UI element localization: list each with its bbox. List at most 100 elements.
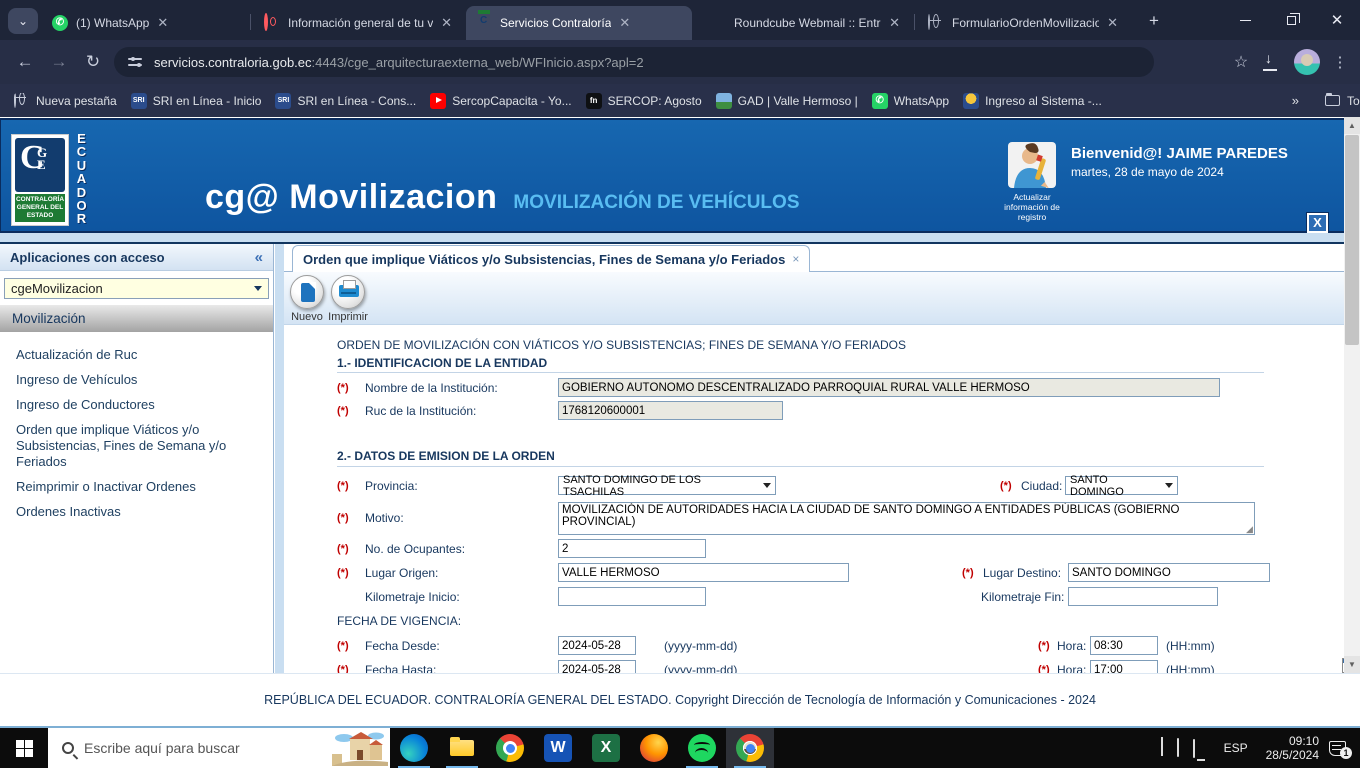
tab-close-icon[interactable]: ✕ [619,15,630,31]
browser-tab-whatsapp[interactable]: ✆ (1) WhatsApp ✕ [42,6,246,40]
lugar-origen-input[interactable] [558,563,849,582]
avatar-caption[interactable]: Actualizar información de registro [997,192,1067,222]
browser-profile-avatar[interactable] [1294,49,1320,75]
lugar-destino-label: Lugar Destino: [983,566,1062,580]
bookmark-sercopcapacita[interactable]: SercopCapacita - Yo... [430,92,572,109]
taskbar-app-word[interactable]: W [534,728,582,768]
resize-grip-icon[interactable]: ◢ [1246,524,1253,535]
chevron-down-icon [763,483,771,488]
tab-title: Información general de tu vi [288,16,434,30]
tray-phone-link[interactable] [1176,738,1179,757]
nombre-input[interactable] [558,378,1220,397]
window-restore-button[interactable] [1268,0,1314,40]
scrollbar-thumb[interactable] [1345,135,1359,345]
sidebar-item-ingreso-vehiculos[interactable]: Ingreso de Vehículos [16,372,261,388]
taskbar-app-chrome[interactable] [486,728,534,768]
browser-menu-icon[interactable]: ⋮ [1328,53,1352,71]
bookmark-nueva-pestana[interactable]: Nueva pestaña [14,92,117,109]
taskbar-app-spotify[interactable] [678,728,726,768]
taskbar-app-chrome-profile[interactable] [726,728,774,768]
word-icon: W [544,734,572,762]
tab-title: (1) WhatsApp [76,16,150,30]
browser-tab-roundcube[interactable]: Roundcube Webmail :: Entra ✕ [700,6,910,40]
taskbar-search[interactable]: Escribe aquí para buscar [48,728,390,768]
section1-heading: 1.- IDENTIFICACION DE LA ENTIDAD [337,356,548,370]
km-inicio-input[interactable] [558,587,706,606]
browser-tab-airbnb[interactable]: Información general de tu vi ✕ [254,6,462,40]
bookmark-sri-consultas[interactable]: SRI SRI en Línea - Cons... [275,92,416,109]
sidebar-collapse-icon[interactable]: « [255,249,263,266]
bookmark-star-icon[interactable]: ☆ [1226,52,1256,72]
print-button[interactable]: Imprimir [327,275,369,323]
required-mark: (*) [337,405,349,417]
motivo-textarea[interactable]: MOVILIZACIÓN DE AUTORIDADES HACIA LA CIU… [558,502,1255,535]
search-highlight-image[interactable] [332,730,388,766]
ciudad-select[interactable]: SANTO DOMINGO [1065,474,1178,498]
scroll-up-icon[interactable]: ▲ [1344,117,1360,134]
ocupantes-input[interactable] [558,539,706,558]
reload-button[interactable]: ↻ [76,52,110,72]
downloads-icon[interactable] [1256,50,1286,72]
document-tab-close-icon[interactable]: × [792,252,799,266]
ecuador-crest-icon [963,92,980,109]
tray-network[interactable] [1192,739,1195,758]
hora-hasta-input[interactable] [1090,660,1158,673]
sidebar-item-reimprimir-ordenes[interactable]: Reimprimir o Inactivar Ordenes [16,479,261,495]
tab-close-icon[interactable]: ✕ [1107,15,1118,31]
document-tab-orden[interactable]: Orden que implique Viáticos y/o Subsiste… [292,245,811,272]
tab-close-icon[interactable]: ✕ [157,15,168,31]
sidebar-item-actualizacion-ruc[interactable]: Actualización de Ruc [16,347,261,363]
ruc-input[interactable] [558,401,783,420]
bookmark-gad-valle-hermoso[interactable]: GAD | Valle Hermoso | [715,92,858,109]
bookmark-whatsapp[interactable]: ✆ WhatsApp [871,92,949,109]
forward-button[interactable]: → [42,52,76,72]
new-button[interactable]: Nuevo [286,275,328,323]
fecha-desde-label: Fecha Desde: [365,639,440,653]
bookmark-sercop-agosto[interactable]: fn SERCOP: Agosto [585,92,702,109]
logout-close-button[interactable]: X [1307,213,1328,233]
all-bookmarks-button[interactable]: Todos los marcadores [1325,93,1360,108]
fecha-hasta-input[interactable] [558,660,636,673]
taskbar-app-edge[interactable] [390,728,438,768]
scroll-down-icon[interactable]: ▼ [1344,656,1360,673]
hora-desde-input[interactable] [1090,636,1158,655]
sidebar-item-ordenes-inactivas[interactable]: Ordenes Inactivas [16,504,261,520]
window-minimize-button[interactable] [1222,0,1268,40]
notification-center-button[interactable]: 1 [1329,740,1352,759]
tray-expand-button[interactable] [1160,737,1163,757]
bookmark-sri-inicio[interactable]: SRI SRI en Línea - Inicio [130,92,261,109]
browser-tab-servicios-contraloria[interactable]: Servicios Contraloría ✕ [466,6,692,40]
taskbar-app-explorer[interactable] [438,728,486,768]
required-mark: (*) [337,640,349,652]
tab-close-icon[interactable]: ✕ [441,15,452,31]
chevron-up-icon [1160,737,1163,756]
start-button[interactable] [0,728,48,768]
address-bar[interactable]: servicios.contraloria.gob.ec:4443/cge_ar… [114,47,1154,77]
site-settings-icon[interactable] [128,55,144,69]
tab-close-icon[interactable]: ✕ [889,15,900,31]
page-scrollbar[interactable]: ▲ ▼ [1344,117,1360,673]
bookmark-ingreso-sistema[interactable]: Ingreso al Sistema -... [963,92,1102,109]
km-fin-input[interactable] [1068,587,1218,606]
user-avatar[interactable] [1008,142,1056,188]
back-button[interactable]: ← [8,52,42,72]
fecha-desde-input[interactable] [558,636,636,655]
chevron-down-icon: ⌄ [17,14,29,28]
provincia-select[interactable]: SANTO DOMINGO DE LOS TSACHILAS [558,474,776,498]
bookmarks-overflow-button[interactable]: » [1292,93,1299,108]
tab-search-button[interactable]: ⌄ [8,8,38,34]
sidebar-item-orden-viaticos[interactable]: Orden que implique Viáticos y/o Subsiste… [16,422,261,470]
taskbar-app-firefox[interactable] [630,728,678,768]
browser-tab-formulario[interactable]: FormularioOrdenMovilizacio ✕ [918,6,1128,40]
taskbar-app-excel[interactable]: X [582,728,630,768]
taskbar-clock[interactable]: 09:10 28/5/2024 [1266,734,1319,762]
sidebar-item-ingreso-conductores[interactable]: Ingreso de Conductores [16,397,261,413]
new-tab-button[interactable]: + [1142,10,1166,34]
section2-heading: 2.- DATOS DE EMISION DE LA ORDEN [337,449,555,463]
lugar-destino-input[interactable] [1068,563,1270,582]
sidebar-splitter[interactable] [275,244,284,673]
window-close-button[interactable]: ✕ [1314,0,1360,40]
language-indicator[interactable]: ESP [1224,741,1248,755]
browser-navbar: ← → ↻ servicios.contraloria.gob.ec:4443/… [0,40,1360,84]
application-select[interactable]: cgeMovilizacion [4,278,269,299]
